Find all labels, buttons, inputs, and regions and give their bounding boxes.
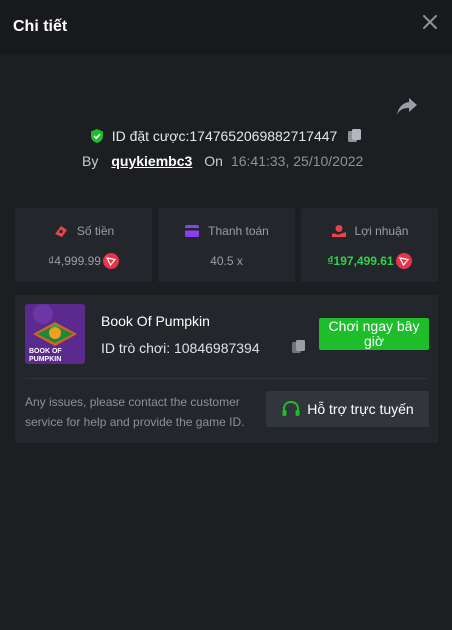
stat-payout-value: 40.5 x [210,254,243,268]
profit-icon [331,225,346,237]
card-icon [185,225,200,237]
modal-header: Chi tiết [0,0,452,54]
game-id-value: 10846987394 [173,340,260,356]
stat-payout-label: Thanh toán [208,224,269,238]
tron-coin-icon [395,253,412,269]
on-label: On [204,153,223,169]
headset-icon [282,400,300,416]
stat-amount: Số tiền ₫4,999.99 [15,208,152,282]
stat-amount-value: ₫4,999.99 [48,254,101,268]
share-icon[interactable] [396,96,418,116]
game-id-label: ID trò chơi: [101,340,174,356]
game-id: ID trò chơi: 10846987394 [101,340,260,356]
bet-id-value: 1747652069882717447 [189,128,338,144]
bet-timestamp: 16:41:33, 25/10/2022 [230,153,364,169]
money-icon [54,226,67,237]
online-support-button[interactable]: Hỗ trợ trực tuyến [266,391,429,427]
game-card: BOOK OF PUMPKIN Book Of Pumpkin ID trò c… [15,295,438,443]
game-name: Book Of Pumpkin [101,313,210,329]
by-label: By [82,153,99,169]
stat-profit-value: ₫197,499.61 [327,254,394,268]
verified-shield-icon [90,129,103,143]
close-icon[interactable] [422,14,438,30]
stat-profit: Lợi nhuận ₫197,499.61 [301,208,438,282]
tron-coin-icon [102,253,119,269]
modal-title: Chi tiết [13,18,68,35]
bet-id-label: ID đặt cược: [111,128,190,144]
username-link[interactable]: quykiembc3 [111,153,192,169]
bet-meta-row: By quykiembc3 On 16:41:33, 25/10/2022 [82,152,363,170]
play-now-button[interactable]: Chơi ngay bây giờ [319,318,429,350]
copy-bet-id-icon[interactable] [347,128,363,144]
bet-stats: Số tiền ₫4,999.99 Thanh toán 40.5 x Lợi … [15,208,438,282]
divider [25,378,428,379]
game-thumbnail[interactable]: BOOK OF PUMPKIN [25,304,85,364]
stat-amount-label: Số tiền [76,224,115,238]
bet-id-row: ID đặt cược: 1747652069882717447 [0,125,452,147]
stat-payout: Thanh toán 40.5 x [158,208,295,282]
thumb-title-line2: PUMPKIN [29,356,61,363]
thumb-title-line1: BOOK OF [29,348,62,355]
help-text: Any issues, please contact the customer … [25,395,245,429]
copy-game-id-icon[interactable] [291,339,307,355]
online-support-label: Hỗ trợ trực tuyến [307,401,414,417]
stat-profit-label: Lợi nhuận [354,224,409,238]
